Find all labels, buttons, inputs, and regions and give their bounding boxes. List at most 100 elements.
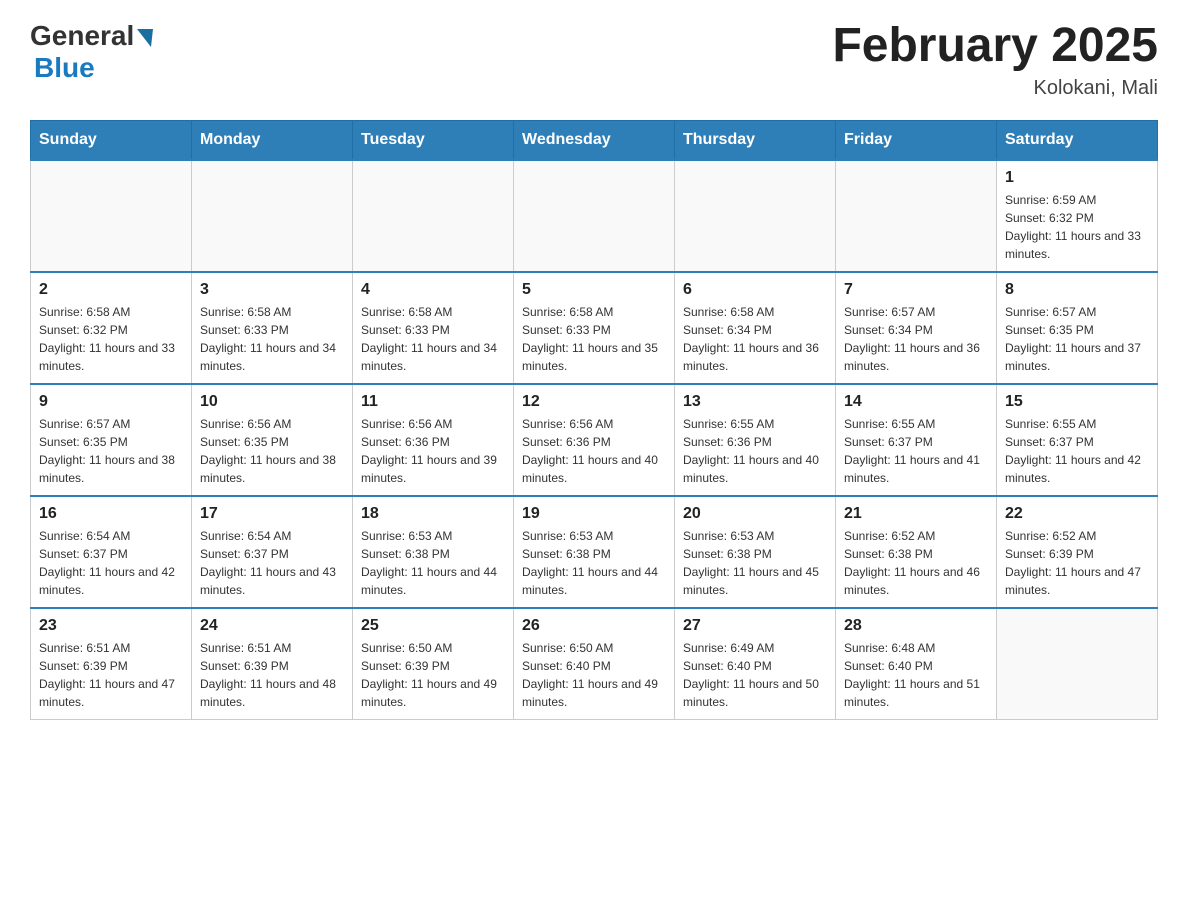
logo-triangle-icon	[137, 29, 153, 47]
col-friday: Friday	[836, 120, 997, 160]
table-row	[192, 160, 353, 272]
table-row: 3 Sunrise: 6:58 AM Sunset: 6:33 PM Daylig…	[192, 272, 353, 384]
day-info: Sunrise: 6:50 AM Sunset: 6:39 PM Dayligh…	[361, 639, 505, 711]
calendar-table: Sunday Monday Tuesday Wednesday Thursday…	[30, 120, 1158, 720]
day-number: 1	[1005, 169, 1149, 187]
table-row: 16 Sunrise: 6:54 AM Sunset: 6:37 PM Dayli…	[31, 496, 192, 608]
day-number: 5	[522, 281, 666, 299]
day-number: 25	[361, 617, 505, 635]
table-row: 4 Sunrise: 6:58 AM Sunset: 6:33 PM Daylig…	[353, 272, 514, 384]
table-row: 22 Sunrise: 6:52 AM Sunset: 6:39 PM Dayli…	[997, 496, 1158, 608]
table-row	[836, 160, 997, 272]
table-row: 28 Sunrise: 6:48 AM Sunset: 6:40 PM Dayli…	[836, 608, 997, 720]
table-row: 24 Sunrise: 6:51 AM Sunset: 6:39 PM Dayli…	[192, 608, 353, 720]
day-info: Sunrise: 6:54 AM Sunset: 6:37 PM Dayligh…	[39, 527, 183, 599]
day-info: Sunrise: 6:48 AM Sunset: 6:40 PM Dayligh…	[844, 639, 988, 711]
table-row: 2Sunrise: 6:58 AM Sunset: 6:32 PM Daylig…	[31, 272, 192, 384]
col-wednesday: Wednesday	[514, 120, 675, 160]
day-number: 12	[522, 393, 666, 411]
day-info: Sunrise: 6:51 AM Sunset: 6:39 PM Dayligh…	[200, 639, 344, 711]
day-number: 14	[844, 393, 988, 411]
col-sunday: Sunday	[31, 120, 192, 160]
calendar-title: February 2025	[832, 20, 1158, 73]
logo-blue-text: Blue	[34, 52, 95, 83]
day-number: 7	[844, 281, 988, 299]
day-info: Sunrise: 6:58 AM Sunset: 6:34 PM Dayligh…	[683, 303, 827, 375]
table-row: 5 Sunrise: 6:58 AM Sunset: 6:33 PM Daylig…	[514, 272, 675, 384]
table-row: 25 Sunrise: 6:50 AM Sunset: 6:39 PM Dayli…	[353, 608, 514, 720]
table-row	[353, 160, 514, 272]
table-row: 1 Sunrise: 6:59 AM Sunset: 6:32 PM Daylig…	[997, 160, 1158, 272]
day-info: Sunrise: 6:53 AM Sunset: 6:38 PM Dayligh…	[522, 527, 666, 599]
day-number: 2	[39, 281, 183, 299]
table-row	[675, 160, 836, 272]
col-monday: Monday	[192, 120, 353, 160]
day-info: Sunrise: 6:49 AM Sunset: 6:40 PM Dayligh…	[683, 639, 827, 711]
day-number: 10	[200, 393, 344, 411]
table-row: 18Sunrise: 6:53 AM Sunset: 6:38 PM Dayli…	[353, 496, 514, 608]
day-info: Sunrise: 6:57 AM Sunset: 6:35 PM Dayligh…	[1005, 303, 1149, 375]
table-row: 9 Sunrise: 6:57 AM Sunset: 6:35 PM Daylig…	[31, 384, 192, 496]
day-number: 3	[200, 281, 344, 299]
table-row: 23Sunrise: 6:51 AM Sunset: 6:39 PM Dayli…	[31, 608, 192, 720]
day-info: Sunrise: 6:54 AM Sunset: 6:37 PM Dayligh…	[200, 527, 344, 599]
calendar-week-row: 2Sunrise: 6:58 AM Sunset: 6:32 PM Daylig…	[31, 272, 1158, 384]
day-number: 27	[683, 617, 827, 635]
table-row: 10 Sunrise: 6:56 AM Sunset: 6:35 PM Dayli…	[192, 384, 353, 496]
table-row: 20 Sunrise: 6:53 AM Sunset: 6:38 PM Dayli…	[675, 496, 836, 608]
day-number: 13	[683, 393, 827, 411]
day-info: Sunrise: 6:56 AM Sunset: 6:36 PM Dayligh…	[361, 415, 505, 487]
calendar-week-row: 23 Sunrise: 6:51 AM Sunset: 6:39 PM Dayli…	[31, 608, 1158, 720]
day-number: 22	[1005, 505, 1149, 523]
day-info: Sunrise: 6:53 AM Sunset: 6:38 PM Dayligh…	[361, 527, 505, 599]
logo: General Blue	[30, 20, 153, 84]
table-row: 27 Sunrise: 6:49 AM Sunset: 6:40 PM Dayli…	[675, 608, 836, 720]
day-info: Sunrise: 6:59 AM Sunset: 6:32 PM Dayligh…	[1005, 191, 1149, 263]
day-info: Sunrise: 6:55 AM Sunset: 6:37 PM Dayligh…	[1005, 415, 1149, 487]
table-row	[997, 608, 1158, 720]
day-number: 28	[844, 617, 988, 635]
calendar-header-row: Sunday Monday Tuesday Wednesday Thursday…	[31, 120, 1158, 160]
table-row: 6 Sunrise: 6:58 AM Sunset: 6:34 PM Daylig…	[675, 272, 836, 384]
title-area: February 2025 Kolokani, Mali	[832, 20, 1158, 100]
table-row: 11 Sunrise: 6:56 AM Sunset: 6:36 PM Dayli…	[353, 384, 514, 496]
day-number: 4	[361, 281, 505, 299]
day-number: 20	[683, 505, 827, 523]
logo-general-text: General	[30, 20, 134, 52]
day-info: Sunrise: 6:52 AM Sunset: 6:39 PM Dayligh…	[1005, 527, 1149, 599]
table-row: 14 Sunrise: 6:55 AM Sunset: 6:37 PM Dayli…	[836, 384, 997, 496]
day-info: Sunrise: 6:55 AM Sunset: 6:37 PM Dayligh…	[844, 415, 988, 487]
calendar-subtitle: Kolokani, Mali	[832, 77, 1158, 100]
calendar-week-row: 1 Sunrise: 6:59 AM Sunset: 6:32 PM Daylig…	[31, 160, 1158, 272]
table-row: 8Sunrise: 6:57 AM Sunset: 6:35 PM Daylig…	[997, 272, 1158, 384]
table-row	[31, 160, 192, 272]
col-saturday: Saturday	[997, 120, 1158, 160]
day-info: Sunrise: 6:58 AM Sunset: 6:33 PM Dayligh…	[200, 303, 344, 375]
table-row: 7Sunrise: 6:57 AM Sunset: 6:34 PM Daylig…	[836, 272, 997, 384]
day-info: Sunrise: 6:57 AM Sunset: 6:35 PM Dayligh…	[39, 415, 183, 487]
day-number: 6	[683, 281, 827, 299]
table-row: 17 Sunrise: 6:54 AM Sunset: 6:37 PM Dayli…	[192, 496, 353, 608]
day-number: 19	[522, 505, 666, 523]
day-info: Sunrise: 6:53 AM Sunset: 6:38 PM Dayligh…	[683, 527, 827, 599]
day-info: Sunrise: 6:58 AM Sunset: 6:33 PM Dayligh…	[522, 303, 666, 375]
day-number: 26	[522, 617, 666, 635]
day-number: 16	[39, 505, 183, 523]
day-number: 9	[39, 393, 183, 411]
day-number: 17	[200, 505, 344, 523]
col-tuesday: Tuesday	[353, 120, 514, 160]
day-info: Sunrise: 6:56 AM Sunset: 6:35 PM Dayligh…	[200, 415, 344, 487]
table-row: 21Sunrise: 6:52 AM Sunset: 6:38 PM Dayli…	[836, 496, 997, 608]
page-header: General Blue February 2025 Kolokani, Mal…	[30, 20, 1158, 100]
day-number: 23	[39, 617, 183, 635]
calendar-week-row: 9 Sunrise: 6:57 AM Sunset: 6:35 PM Daylig…	[31, 384, 1158, 496]
day-info: Sunrise: 6:55 AM Sunset: 6:36 PM Dayligh…	[683, 415, 827, 487]
day-number: 11	[361, 393, 505, 411]
table-row	[514, 160, 675, 272]
table-row: 19 Sunrise: 6:53 AM Sunset: 6:38 PM Dayli…	[514, 496, 675, 608]
day-info: Sunrise: 6:58 AM Sunset: 6:33 PM Dayligh…	[361, 303, 505, 375]
day-info: Sunrise: 6:50 AM Sunset: 6:40 PM Dayligh…	[522, 639, 666, 711]
calendar-week-row: 16 Sunrise: 6:54 AM Sunset: 6:37 PM Dayli…	[31, 496, 1158, 608]
day-number: 15	[1005, 393, 1149, 411]
day-number: 24	[200, 617, 344, 635]
